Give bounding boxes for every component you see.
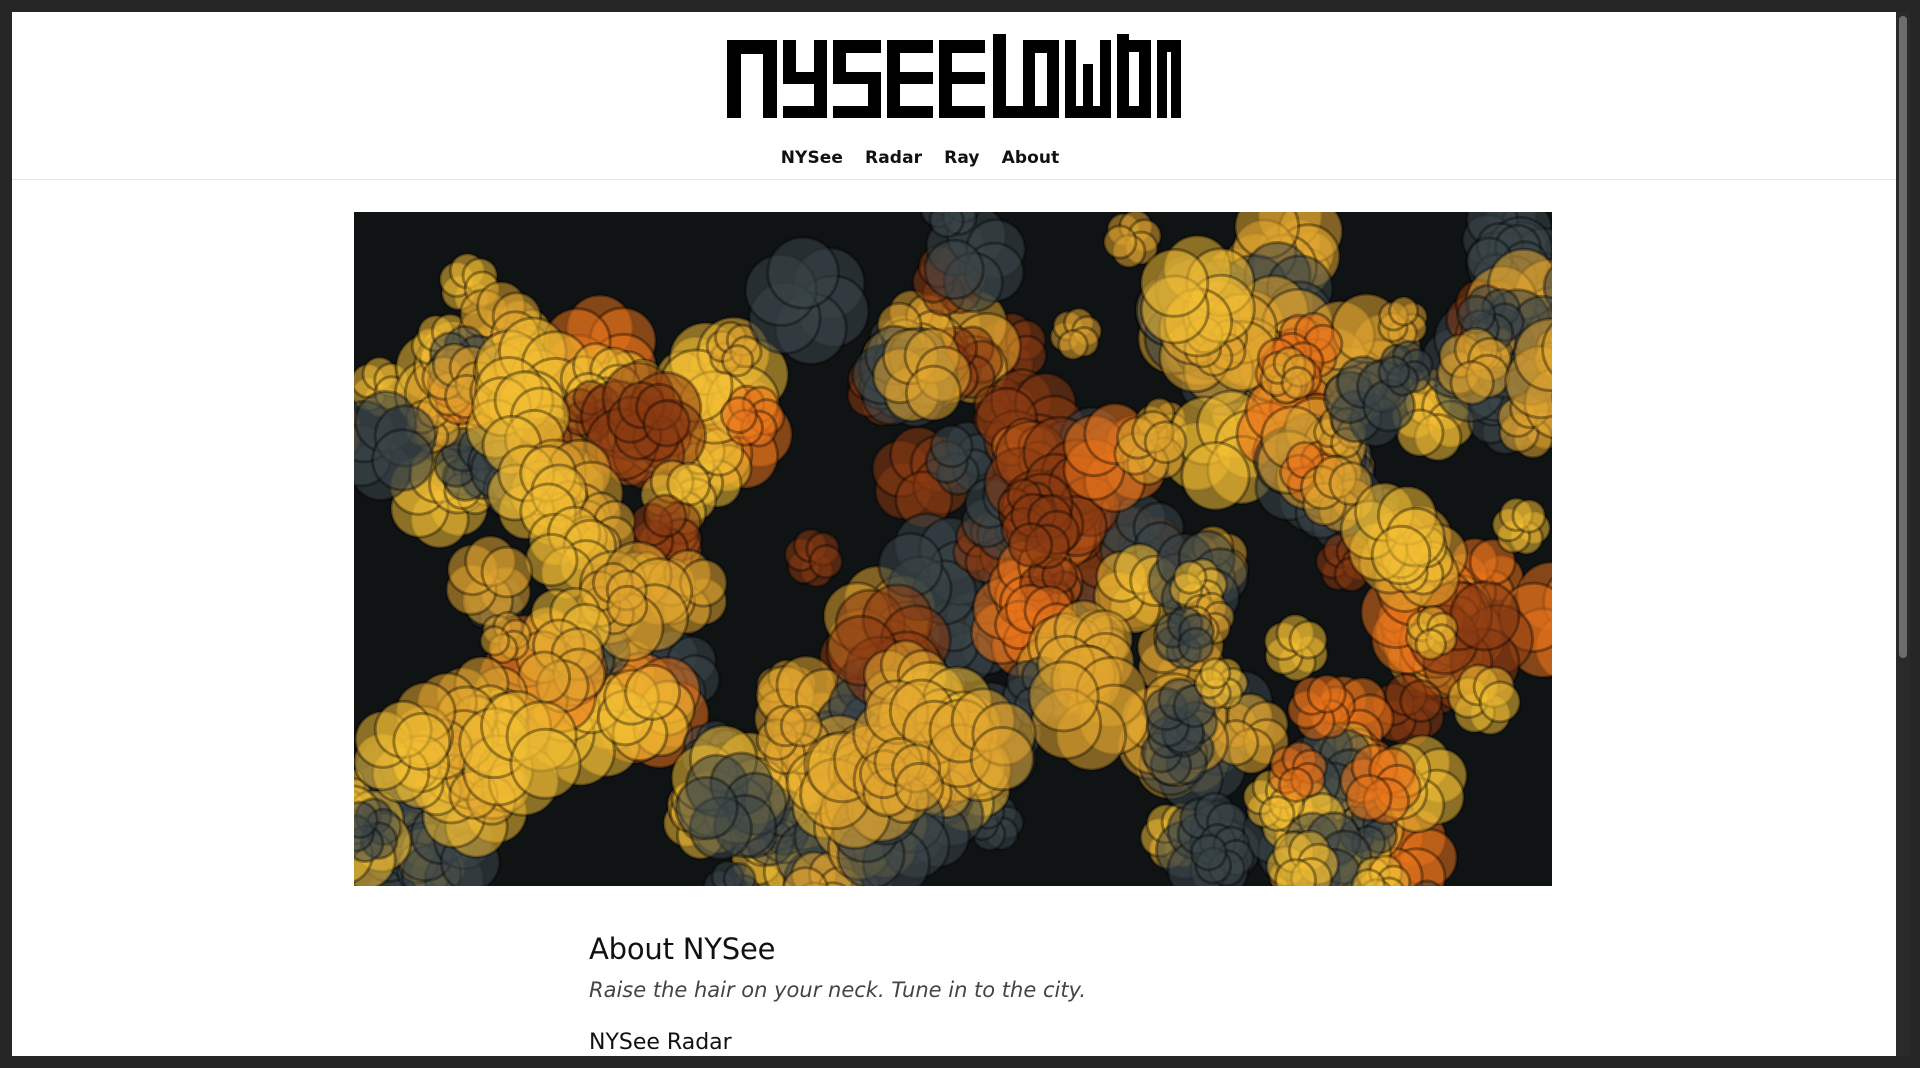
logo-wordmark-icon	[727, 34, 1181, 118]
scrollbar-thumb[interactable]	[1899, 16, 1907, 658]
section-heading-radar: NYSee Radar	[589, 1030, 732, 1055]
site-header: NYSee Radar Ray About	[12, 12, 1896, 180]
vertical-scrollbar[interactable]	[1896, 12, 1910, 1056]
nav-link-radar[interactable]: Radar	[865, 148, 922, 168]
flower-pattern-artwork	[354, 212, 1552, 886]
nav-link-ray[interactable]: Ray	[944, 148, 979, 168]
about-content: About NYSee Raise the hair on your neck.…	[589, 932, 1389, 1055]
app-window-frame: NYSee Radar Ray About About NYSee Raise …	[0, 0, 1920, 1068]
hero-image	[354, 212, 1552, 886]
nav-link-nysee[interactable]: NYSee	[781, 148, 843, 168]
flower-shape	[1139, 234, 1256, 358]
nav-link-about[interactable]: About	[1002, 148, 1060, 168]
main-nav: NYSee Radar Ray About	[12, 148, 1862, 168]
tagline: Raise the hair on your neck. Tune in to …	[589, 978, 1087, 1002]
page-title: About NYSee	[589, 932, 776, 966]
site-logo[interactable]	[727, 34, 1181, 120]
browser-viewport: NYSee Radar Ray About About NYSee Raise …	[12, 12, 1896, 1056]
